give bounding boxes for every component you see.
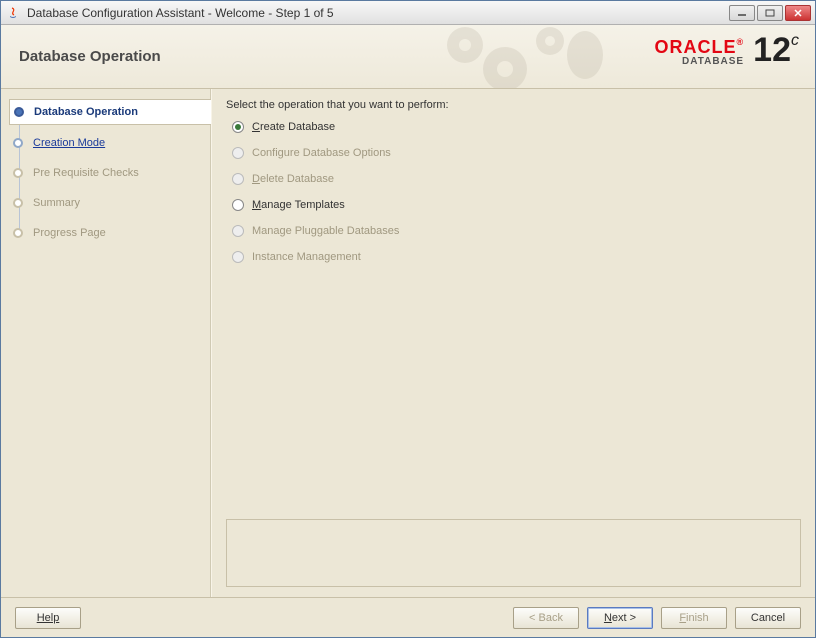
oracle-brand: ORACLE®DATABASE 12c [654, 33, 799, 67]
maximize-button[interactable] [757, 5, 783, 21]
header-banner: Database Operation ORACLE®DATABASE 12c [1, 25, 815, 89]
java-icon [5, 5, 21, 21]
gears-decoration [435, 25, 615, 88]
radio-option-5: Instance Management [232, 251, 801, 263]
main-panel: Select the operation that you want to pe… [211, 89, 815, 597]
step-dot-icon [14, 107, 24, 117]
window-frame: Database Configuration Assistant - Welco… [0, 0, 816, 638]
step-sidebar: Database Operation Creation Mode Pre Requi… [1, 89, 211, 597]
step-item-4: Progress Page [9, 221, 202, 245]
radio-icon [232, 173, 244, 185]
radio-icon[interactable] [232, 199, 244, 211]
step-dot-icon [13, 198, 23, 208]
step-item-0[interactable]: Database Operation [9, 99, 211, 125]
titlebar[interactable]: Database Configuration Assistant - Welco… [1, 1, 815, 25]
operation-prompt: Select the operation that you want to pe… [226, 99, 801, 111]
step-dot-icon [13, 168, 23, 178]
step-label: Creation Mode [33, 137, 105, 149]
radio-label: Manage Templates [252, 199, 345, 211]
minimize-button[interactable] [729, 5, 755, 21]
radio-option-4: Manage Pluggable Databases [232, 225, 801, 237]
radio-option-0[interactable]: Create Database [232, 121, 801, 133]
step-label: Pre Requisite Checks [33, 167, 139, 179]
radio-label: Manage Pluggable Databases [252, 225, 399, 237]
radio-option-2: Delete Database [232, 173, 801, 185]
radio-label: Instance Management [252, 251, 361, 263]
radio-icon [232, 225, 244, 237]
step-label: Database Operation [34, 106, 138, 118]
window-controls [729, 5, 811, 21]
radio-icon [232, 251, 244, 263]
step-label: Progress Page [33, 227, 106, 239]
help-button[interactable]: Help [15, 607, 81, 629]
cancel-button[interactable]: Cancel [735, 607, 801, 629]
brand-oracle-text: ORACLE®DATABASE [654, 37, 744, 67]
radio-icon [232, 147, 244, 159]
step-item-1[interactable]: Creation Mode [9, 131, 202, 155]
step-item-2: Pre Requisite Checks [9, 161, 202, 185]
body-area: Database Operation Creation Mode Pre Requi… [1, 89, 815, 597]
step-label: Summary [33, 197, 80, 209]
message-area [226, 519, 801, 587]
step-item-3: Summary [9, 191, 202, 215]
window-title: Database Configuration Assistant - Welco… [27, 6, 729, 20]
page-title: Database Operation [19, 48, 161, 65]
brand-version: 12c [753, 33, 799, 67]
radio-option-1: Configure Database Options [232, 147, 801, 159]
finish-button[interactable]: Finish [661, 607, 727, 629]
step-dot-icon [13, 138, 23, 148]
radio-option-3[interactable]: Manage Templates [232, 199, 801, 211]
operation-radio-group: Create Database Configure Database Option… [226, 121, 801, 263]
back-button[interactable]: < Back [513, 607, 579, 629]
radio-label: Create Database [252, 121, 335, 133]
step-dot-icon [13, 228, 23, 238]
next-button[interactable]: Next > [587, 607, 653, 629]
radio-label: Delete Database [252, 173, 334, 185]
footer-bar: Help < Back Next > Finish Cancel [1, 597, 815, 637]
close-button[interactable] [785, 5, 811, 21]
radio-icon[interactable] [232, 121, 244, 133]
radio-label: Configure Database Options [252, 147, 391, 159]
